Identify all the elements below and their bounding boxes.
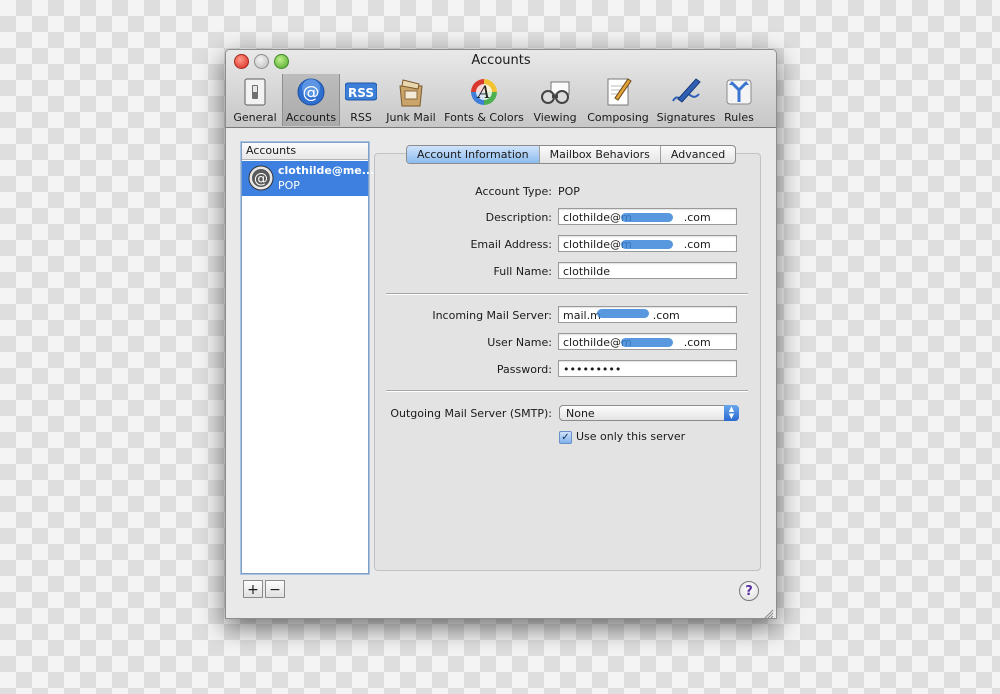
use-only-this-server-label: Use only this server xyxy=(576,430,686,443)
tab-account-information[interactable]: Account Information xyxy=(407,146,540,163)
preferences-window: Accounts General @ Accounts RSS RSS Junk… xyxy=(225,49,777,619)
outgoing-server-value: None xyxy=(566,407,595,420)
user-name-field[interactable]: clothilde@m .com xyxy=(558,333,737,350)
section-divider xyxy=(386,293,748,295)
user-name-label: User Name: xyxy=(487,336,552,349)
outgoing-server-popup[interactable]: None ▲ ▼ xyxy=(559,405,739,421)
toolbar-fonts-colors-label: Fonts & Colors xyxy=(444,111,524,124)
accounts-list[interactable]: Accounts @ clothilde@me... POP xyxy=(241,142,374,574)
resize-grip-icon[interactable] xyxy=(763,605,774,618)
at-sign-icon: @ xyxy=(295,76,327,108)
email-address-label: Email Address: xyxy=(470,238,552,251)
signatures-icon xyxy=(670,76,702,108)
toolbar-accounts-label: Accounts xyxy=(285,111,337,124)
account-at-icon: @ xyxy=(247,164,275,192)
toolbar-composing[interactable]: Composing xyxy=(584,74,652,126)
description-label: Description: xyxy=(485,211,552,224)
account-tabs: Account Information Mailbox Behaviors Ad… xyxy=(406,145,737,164)
redaction-mark xyxy=(621,240,673,249)
description-field[interactable]: clothilde@m .com xyxy=(558,208,737,225)
incoming-server-label: Incoming Mail Server: xyxy=(432,309,552,322)
window-title: Accounts xyxy=(471,53,531,68)
incoming-value-suffix: .com xyxy=(652,309,680,322)
redaction-mark xyxy=(621,338,673,347)
toolbar-rss[interactable]: RSS RSS xyxy=(340,74,382,126)
general-switch-icon xyxy=(239,76,271,108)
title-bar: Accounts General @ Accounts RSS RSS Junk… xyxy=(226,50,776,128)
toolbar-general-label: General xyxy=(233,111,277,124)
full-name-field[interactable]: clothilde xyxy=(558,262,737,279)
toolbar-junk-mail-label: Junk Mail xyxy=(386,111,436,124)
svg-text:@: @ xyxy=(254,171,268,187)
account-name: clothilde@me... xyxy=(278,164,375,177)
toolbar-rss-label: RSS xyxy=(350,111,372,124)
toolbar-rules[interactable]: Rules xyxy=(720,74,758,126)
junk-mail-icon xyxy=(395,76,427,108)
user-name-value-suffix: .com xyxy=(683,336,711,349)
redaction-mark xyxy=(597,309,649,318)
email-value-suffix: .com xyxy=(683,238,711,251)
remove-account-button[interactable]: − xyxy=(265,580,285,598)
rss-icon: RSS xyxy=(345,76,377,108)
toolbar-rules-label: Rules xyxy=(724,111,754,124)
svg-text:@: @ xyxy=(303,83,320,103)
help-button[interactable]: ? xyxy=(739,581,759,601)
fonts-colors-icon: A xyxy=(468,76,500,108)
add-account-button[interactable]: + xyxy=(243,580,263,598)
popup-arrows-icon: ▲ ▼ xyxy=(724,405,739,421)
incoming-value-prefix: mail.m xyxy=(563,309,601,322)
use-only-this-server-checkbox[interactable]: ✓ xyxy=(559,431,572,444)
account-type-value: POP xyxy=(558,185,580,198)
toolbar-accounts[interactable]: @ Accounts xyxy=(282,74,340,126)
password-field[interactable]: ••••••••• xyxy=(558,360,737,377)
toolbar-fonts-colors[interactable]: A Fonts & Colors xyxy=(442,74,526,126)
full-name-label: Full Name: xyxy=(493,265,552,278)
toolbar-viewing[interactable]: Viewing xyxy=(529,74,581,126)
toolbar-signatures-label: Signatures xyxy=(656,111,716,124)
rss-icon-text: RSS xyxy=(348,86,374,100)
tab-mailbox-behaviors[interactable]: Mailbox Behaviors xyxy=(540,146,661,163)
viewing-icon xyxy=(539,76,571,108)
accounts-list-header: Accounts xyxy=(242,143,368,160)
redaction-mark xyxy=(621,213,673,222)
toolbar-viewing-label: Viewing xyxy=(533,111,577,124)
email-address-field[interactable]: clothilde@m .com xyxy=(558,235,737,252)
password-label: Password: xyxy=(496,363,552,376)
description-value-suffix: .com xyxy=(683,211,711,224)
account-type-label: POP xyxy=(278,179,300,192)
rules-icon xyxy=(723,76,755,108)
toolbar-general[interactable]: General xyxy=(233,74,277,126)
toolbar-junk-mail[interactable]: Junk Mail xyxy=(382,74,440,126)
toolbar-signatures[interactable]: Signatures xyxy=(654,74,718,126)
toolbar-composing-label: Composing xyxy=(587,111,649,124)
section-divider xyxy=(386,390,748,392)
svg-text:A: A xyxy=(476,83,490,103)
outgoing-server-label: Outgoing Mail Server (SMTP): xyxy=(390,407,552,420)
account-list-item[interactable]: @ clothilde@me... POP xyxy=(242,161,374,196)
account-type-label: Account Type: xyxy=(475,185,552,198)
incoming-server-field[interactable]: mail.m .com xyxy=(558,306,737,323)
tab-advanced[interactable]: Advanced xyxy=(661,146,735,163)
composing-icon xyxy=(602,76,634,108)
